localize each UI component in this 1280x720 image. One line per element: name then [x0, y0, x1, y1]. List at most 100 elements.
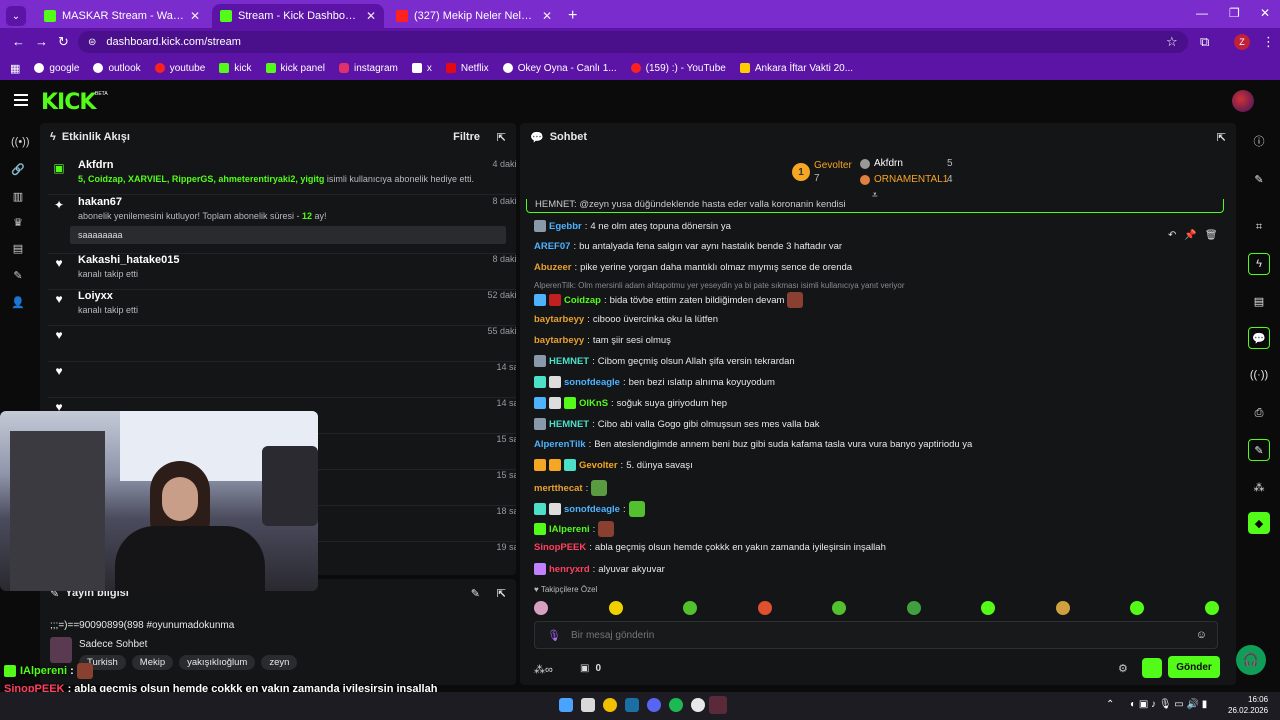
video-icon[interactable]: ▤ [11, 242, 25, 256]
send-button[interactable]: Gönder [1168, 656, 1220, 678]
live-broadcast-icon[interactable]: ((•)) [11, 136, 30, 150]
chat-message[interactable]: HEMNET: Cibo abi valla Gogo gibi olmuşsun… [534, 418, 820, 430]
chat-message[interactable]: Abuzeer: pike yerine yorgan daha mantıklı… [534, 262, 852, 273]
stream-tag[interactable]: zeyn [261, 655, 298, 670]
bookmark-item[interactable]: kick panel [265, 63, 325, 74]
document-icon[interactable]: ▤ [1248, 290, 1270, 312]
kick-logo[interactable]: KICK [41, 90, 96, 115]
wrench-icon[interactable]: ✎ [11, 269, 25, 283]
activity-username[interactable]: Loiyxx [78, 290, 113, 302]
chat-username[interactable]: Coidzap [564, 295, 601, 306]
activity-username[interactable]: Akfdrn [78, 159, 113, 171]
obs-icon[interactable] [691, 698, 705, 712]
microphone-icon[interactable]: 🎙 [547, 629, 561, 642]
leaderboard-name[interactable]: Akfdrn [874, 158, 903, 169]
emote-icon[interactable] [1055, 601, 1070, 615]
chat-username[interactable]: HEMNET [549, 419, 589, 430]
popout-icon[interactable]: ⇱ [497, 131, 506, 144]
chat-message[interactable]: IAlpereni: [534, 521, 615, 537]
chat-username[interactable]: baytarbeyy [534, 335, 584, 346]
activity-username[interactable]: hakan67 [78, 196, 122, 208]
close-tab-icon[interactable]: ✕ [190, 9, 200, 23]
info-icon[interactable]: ⓘ [1248, 130, 1270, 152]
browser-tab-active[interactable]: Stream - Kick Dashboard ✕ [212, 4, 384, 28]
bookmark-star-icon[interactable]: ☆ [1166, 34, 1178, 50]
edit-pencil-icon[interactable]: ✎ [1248, 168, 1270, 190]
emote-icon[interactable] [906, 601, 921, 615]
emote-icon[interactable] [608, 601, 623, 615]
bookmark-item[interactable]: outlook [93, 63, 141, 74]
pin-icon[interactable]: 📌 [1184, 230, 1196, 246]
chat-message[interactable]: HEMNET: Cibom geçmiş olsun Allah şifa ver… [534, 355, 795, 367]
steam-icon[interactable] [625, 698, 639, 712]
activity-username[interactable]: Kakashi_hatake015 [78, 254, 180, 266]
hamburger-menu-icon[interactable] [14, 94, 28, 106]
chat-username[interactable]: OlKnS [579, 398, 608, 409]
chat-message[interactable]: SinopPEEK: abla geçmiş olsun hemde çokkk … [534, 542, 886, 553]
leaderboard-name[interactable]: Gevolter [814, 160, 852, 171]
forward-arrow-icon[interactable]: → [35, 34, 48, 49]
stream-tag[interactable]: Mekip [131, 655, 174, 670]
bookmark-item[interactable]: Okey Oyna - Canlı 1... [502, 63, 617, 74]
chat-message[interactable]: sonofdeagle: ben bezi ıslatıp alnıma koyu… [534, 376, 775, 388]
filter-button[interactable]: Filtre [453, 131, 480, 143]
activity-bolt-icon[interactable]: ϟ [1248, 253, 1270, 275]
chat-input-box[interactable]: 🎙 ☺ [534, 621, 1218, 649]
close-tab-icon[interactable]: ✕ [366, 9, 376, 23]
chat-message[interactable]: OlKnS: soğuk suya giriyodum hep [534, 397, 727, 409]
emote-icon[interactable] [534, 601, 548, 615]
bookmark-item[interactable]: youtube [154, 63, 205, 74]
trophy-icon[interactable]: ♛ [11, 216, 25, 230]
close-tab-icon[interactable]: ✕ [542, 9, 552, 23]
browser-tab[interactable]: MASKAR Stream - Watch Live o ✕ [36, 4, 208, 28]
tray-icons[interactable]: ◐ ▣ ♪ 🎙 ▭ 🔊 ▮ [1130, 699, 1207, 710]
chat-message[interactable]: baytarbeyy: cibooo üvercinka oku la lütfe… [534, 314, 718, 325]
emoji-icon[interactable]: ☺ [1196, 629, 1207, 641]
browser-menu-icon[interactable]: ⋮ [1262, 34, 1275, 50]
users-link-icon[interactable]: ⁂∞ [534, 663, 553, 676]
tray-chevron-icon[interactable]: ⌃ [1106, 699, 1114, 710]
print-icon[interactable]: ⎙ [1248, 402, 1270, 424]
screen-capture-icon[interactable]: ⌗ [1248, 216, 1270, 238]
chat-message[interactable]: AlperenTilk: Ben ateslendigimde annem ben… [534, 439, 972, 450]
chat-message[interactable]: AREF07: bu antalyada fena salgın var aynı… [534, 241, 842, 252]
new-tab-button[interactable]: + [568, 7, 577, 25]
user-avatar[interactable] [1232, 90, 1254, 112]
apps-grid-icon[interactable]: ▦ [10, 62, 20, 75]
bookmark-item[interactable]: google [34, 63, 79, 74]
emote-icon[interactable] [981, 601, 995, 615]
edit-pencil-icon[interactable]: ✎ [471, 587, 480, 600]
chat-username[interactable]: mertthecat [534, 483, 583, 494]
chat-username[interactable]: IAlpereni [549, 524, 590, 535]
minimize-icon[interactable]: — [1196, 6, 1208, 20]
stream-category[interactable]: Sadece Sohbet [79, 639, 147, 650]
chat-username[interactable]: HEMNET [549, 356, 589, 367]
site-info-icon[interactable]: ⊜ [88, 37, 96, 48]
back-arrow-icon[interactable]: ← [12, 34, 25, 49]
emote-icon[interactable] [757, 601, 772, 615]
link-icon[interactable]: 🔗 [11, 163, 25, 177]
emote-icon[interactable] [683, 601, 697, 615]
bookmark-item[interactable]: Ankara İftar Vakti 20... [739, 63, 853, 74]
bookmark-item[interactable]: x [411, 63, 432, 74]
browser-tab[interactable]: (327) Mekip Neler Neler 50.Bölü ✕ [388, 4, 560, 28]
chat-username[interactable]: Gevolter [579, 460, 618, 471]
kick-points-icon[interactable] [1142, 658, 1162, 678]
search-icon[interactable] [581, 698, 595, 712]
chat-message[interactable]: Gevolter:5. dünya savaşı [534, 459, 693, 471]
chat-username[interactable]: sonofdeagle [564, 504, 620, 515]
chat-username[interactable]: Abuzeer [534, 262, 571, 273]
tab-search-button[interactable]: ⌄ [6, 6, 26, 26]
users-icon[interactable]: 👤 [11, 296, 25, 310]
bookmark-item[interactable]: kick [219, 63, 252, 74]
support-headset-icon[interactable]: 🎧 [1236, 645, 1266, 675]
popout-icon[interactable]: ⇱ [1217, 131, 1226, 144]
emote-icon[interactable] [832, 601, 846, 615]
chat-message[interactable]: henryxrd: alyuvar akyuvar [534, 563, 665, 575]
popout-icon[interactable]: ⇱ [497, 587, 506, 600]
stats-chart-icon[interactable]: ▥ [11, 190, 25, 204]
delete-icon[interactable]: 🗑 [1205, 230, 1218, 246]
reply-icon[interactable]: ↶ [1168, 230, 1176, 246]
chat-username[interactable]: sonofdeagle [564, 377, 620, 388]
chat-message[interactable]: mertthecat: [534, 480, 608, 496]
